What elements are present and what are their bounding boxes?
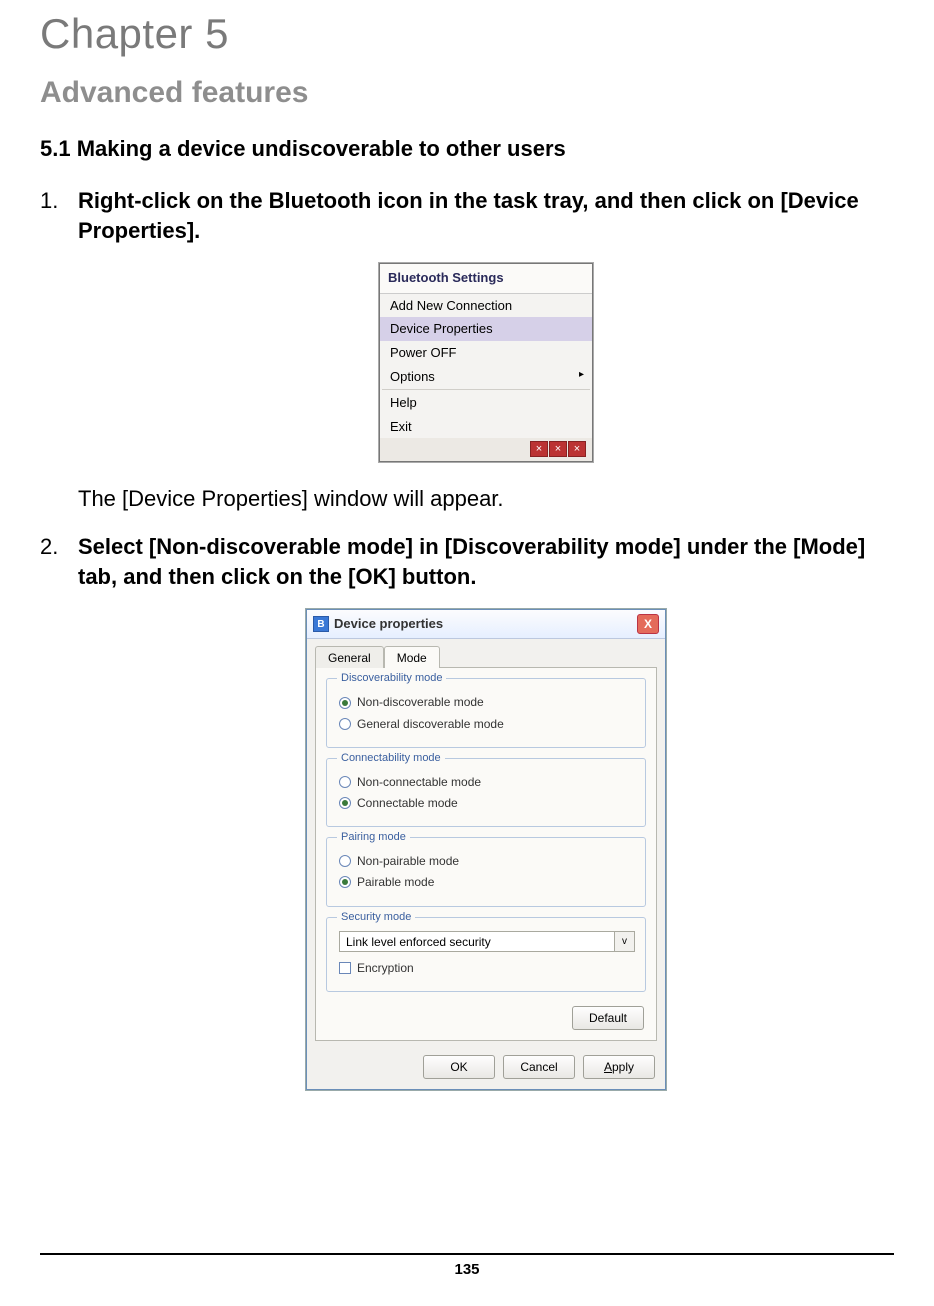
dialog-tabs: General Mode: [315, 645, 665, 667]
context-menu-title: Bluetooth Settings: [380, 264, 592, 294]
step-1-text: Right-click on the Bluetooth icon in the…: [78, 188, 859, 243]
group-discoverability: Discoverability mode Non-discoverable mo…: [326, 678, 646, 747]
bluetooth-icon: B: [313, 616, 329, 632]
step-1: 1. Right-click on the Bluetooth icon in …: [78, 186, 894, 514]
step-1-note: The [Device Properties] window will appe…: [78, 484, 894, 514]
dialog-titlebar: B Device properties X: [307, 610, 665, 639]
radio-icon: [339, 697, 351, 709]
radio-pairable[interactable]: Pairable mode: [339, 874, 635, 890]
menu-item-add-new-connection[interactable]: Add New Connection: [380, 294, 592, 318]
radio-label: General discoverable mode: [357, 716, 504, 732]
radio-label: Non-pairable mode: [357, 853, 459, 869]
menu-item-device-properties[interactable]: Device Properties: [380, 317, 592, 341]
legend-connectability: Connectability mode: [337, 751, 445, 766]
ok-button[interactable]: OK: [423, 1055, 495, 1079]
legend-pairing: Pairing mode: [337, 830, 410, 845]
chevron-down-icon[interactable]: v: [615, 931, 635, 952]
legend-discoverability: Discoverability mode: [337, 671, 446, 686]
cancel-button[interactable]: Cancel: [503, 1055, 575, 1079]
subsection-heading: 5.1 Making a device undiscoverable to ot…: [40, 136, 894, 162]
group-connectability: Connectability mode Non-connectable mode…: [326, 758, 646, 827]
tab-general[interactable]: General: [315, 646, 384, 668]
dialog-title: Device properties: [334, 615, 443, 633]
menu-item-options[interactable]: Options ▸: [380, 365, 592, 389]
close-button[interactable]: X: [637, 614, 659, 634]
menu-item-power-off[interactable]: Power OFF: [380, 341, 592, 365]
device-properties-dialog: B Device properties X General Mode Disco…: [306, 609, 666, 1090]
page-number: 135: [40, 1261, 894, 1278]
checkbox-icon: [339, 962, 351, 974]
radio-non-connectable[interactable]: Non-connectable mode: [339, 774, 635, 790]
menu-separator: [382, 389, 590, 390]
default-button[interactable]: Default: [572, 1006, 644, 1030]
tray-close-icon[interactable]: ×: [568, 441, 586, 457]
legend-security: Security mode: [337, 910, 415, 925]
radio-connectable[interactable]: Connectable mode: [339, 795, 635, 811]
radio-label: Connectable mode: [357, 795, 458, 811]
group-pairing: Pairing mode Non-pairable mode Pairable …: [326, 837, 646, 906]
task-tray: × × ×: [380, 438, 592, 461]
menu-item-exit[interactable]: Exit: [380, 415, 592, 439]
section-heading: Advanced features: [40, 76, 894, 110]
radio-icon: [339, 718, 351, 730]
step-2-text: Select [Non-discoverable mode] in [Disco…: [78, 534, 865, 589]
radio-non-discoverable[interactable]: Non-discoverable mode: [339, 694, 635, 710]
context-menu: Bluetooth Settings Add New Connection De…: [379, 263, 593, 462]
step-1-number: 1.: [40, 186, 58, 216]
radio-label: Non-connectable mode: [357, 774, 481, 790]
apply-button[interactable]: Apply: [583, 1055, 655, 1079]
tray-close-icon[interactable]: ×: [549, 441, 567, 457]
radio-icon: [339, 876, 351, 888]
radio-icon: [339, 797, 351, 809]
radio-icon: [339, 855, 351, 867]
chapter-title: Chapter 5: [40, 10, 894, 58]
step-2: 2. Select [Non-discoverable mode] in [Di…: [78, 532, 894, 1090]
radio-label: Pairable mode: [357, 874, 434, 890]
group-security: Security mode Link level enforced securi…: [326, 917, 646, 992]
tray-close-icon[interactable]: ×: [530, 441, 548, 457]
menu-item-help[interactable]: Help: [380, 391, 592, 415]
tab-mode[interactable]: Mode: [384, 646, 440, 668]
step-2-number: 2.: [40, 532, 58, 562]
radio-non-pairable[interactable]: Non-pairable mode: [339, 853, 635, 869]
page-footer: 135: [40, 1253, 894, 1278]
radio-icon: [339, 776, 351, 788]
checkbox-label: Encryption: [357, 960, 414, 976]
footer-rule: [40, 1253, 894, 1255]
menu-item-options-label: Options: [390, 369, 435, 384]
tab-mode-pane: Discoverability mode Non-discoverable mo…: [315, 667, 657, 1040]
security-mode-select[interactable]: Link level enforced security v: [339, 931, 635, 952]
checkbox-encryption[interactable]: Encryption: [339, 960, 635, 976]
radio-general-discoverable[interactable]: General discoverable mode: [339, 716, 635, 732]
radio-label: Non-discoverable mode: [357, 694, 484, 710]
security-mode-value: Link level enforced security: [339, 931, 615, 952]
chevron-right-icon: ▸: [579, 368, 584, 382]
